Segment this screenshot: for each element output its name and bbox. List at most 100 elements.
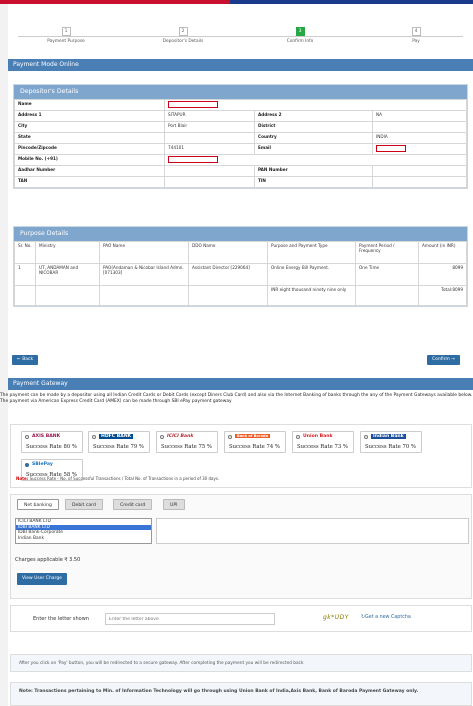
gateway-option-indian-bank[interactable]: Indian Bank Success Rate 70 % [360,431,422,453]
value-tin [372,176,467,188]
table-cell: 1 [14,263,36,286]
purpose-details-heading: Purpose Details [14,227,467,241]
gateway-option-union[interactable]: Union Bank Success Rate 73 % [292,431,354,453]
tab-upi[interactable]: UPI [163,499,185,510]
table-row: 1 UT, ANDAMAN and NICOBAR PAO(Andaman & … [14,263,467,286]
indian-bank-logo: Indian Bank [371,434,406,439]
success-rate: Success Rate 74 % [229,444,280,450]
gateway-option-axis[interactable]: AXIS BANK Success Rate 80 % [21,431,83,453]
value-aadhar [164,165,255,177]
new-captcha-link[interactable]: ↻Get a new Captcha [361,615,411,620]
gateway-option-icici[interactable]: ICICI Bank Success Rate 75 % [156,431,218,453]
mobile-redacted [168,156,218,163]
label-tan: TAN [14,176,165,188]
radio-icon[interactable] [25,435,29,439]
label-aadhar: Aadhar Number [14,165,165,177]
depositor-table: Name Address 1 SITAPUR Address 2 NA City Por… [14,99,467,188]
step-number: 2 [178,27,188,36]
tab-credit-card[interactable]: Credit card [113,499,153,510]
value-pan [372,165,467,177]
label-state: State [14,132,165,144]
radio-selected-icon[interactable] [25,463,29,467]
tab-debit-card[interactable]: Debit card [65,499,103,510]
email-redacted [376,145,406,152]
label-district: District [254,121,373,133]
radio-icon[interactable] [296,435,300,439]
payment-mode-header: Payment Mode Online [8,59,473,71]
step-label: Payment Purpose [47,39,85,44]
left-stripe [0,4,8,706]
radio-icon[interactable] [364,435,368,439]
step-number: 1 [61,27,71,36]
captcha-input[interactable] [105,613,275,625]
label-tin: TIN [254,176,373,188]
label-name: Name [14,99,165,111]
captcha-image: gk*UDY [323,614,349,621]
mit-note: Note: Transactions pertaining to Min. of… [19,689,419,694]
purpose-details-section: Purpose Details Sr. No. Ministry PAO Nam… [13,226,468,307]
note-label: Note: [16,476,29,481]
value-tan [164,176,255,188]
label-email: Email [254,143,373,155]
column-header: Purpose and Payment Type [267,241,356,264]
success-rate: Success Rate 79 % [93,444,144,450]
value-address2: NA [372,110,467,122]
union-bank-logo: Union Bank [303,434,333,439]
table-cell: Assistant Director [229064] [188,263,268,286]
table-cell: Online Energy Bill Payment. [267,263,356,286]
step-label: Confirm Info [286,39,314,44]
confirm-button[interactable]: Confirm → [427,355,460,365]
view-user-charge-button[interactable]: View User Charge [17,573,67,585]
success-rate: Success Rate 75 % [161,444,212,450]
gateway-option-baroda[interactable]: Bank of Baroda Success Rate 74 % [224,431,286,453]
captcha-label: Enter the letter shown [33,616,90,622]
progress-stepper: 1 Payment Purpose 2 Depositor's Details … [8,24,473,54]
payment-gateway-header: Payment Gateway [8,378,473,390]
bank-option[interactable]: Indian Bank [16,536,151,542]
gateway-option-hdfc[interactable]: HDFC BANK Success Rate 79 % [88,431,150,453]
total-row: INR eight thousand ninety nine only Tota… [14,285,467,306]
axis-bank-logo: AXIS BANK [32,434,61,439]
column-header: DDO Name [188,241,268,264]
back-button[interactable]: ← Back [12,355,39,365]
charges-text: Charges applicable ₹ 3.50 [15,557,81,563]
bank-select-list[interactable]: ICICI BANK LTD IDBI BANK LTD IDBI Bank-C… [15,518,152,544]
success-rate: Success Rate 70 % [365,444,416,450]
icici-bank-logo: ICICI Bank [167,434,194,439]
label-address2: Address 2 [254,110,373,122]
redirect-note: After you click on 'Pay' button, you wil… [19,661,304,666]
value-country: INDIA [372,132,467,144]
label-mobile: Mobile No. (+91) [14,154,165,166]
name-redacted [168,101,218,108]
redirect-note-box: After you click on 'Pay' button, you wil… [10,654,472,672]
note-text: Success Rate - No. of Successful Transac… [28,476,220,481]
captcha-box: Enter the letter shown gk*UDY ↻Get a new… [10,605,472,632]
step-payment-purpose: 1 Payment Purpose [36,27,96,44]
success-rate: Success Rate 80 % [26,444,77,450]
amount-total: Total:8099 [418,285,467,306]
hdfc-bank-logo: HDFC BANK [99,434,134,439]
success-rate: Success Rate 73 % [297,444,348,450]
column-header: Sr. No. [14,241,36,264]
step-pay: 4 Pay [386,27,446,44]
payment-method-box: Net banking Debit card Credit card UPI I… [10,494,472,599]
step-number: 4 [411,27,421,36]
bank-of-baroda-logo: Bank of Baroda [235,434,271,438]
table-cell: UT, ANDAMAN and NICOBAR [35,263,100,286]
success-rate-note: Note: Success Rate - No. of Successful T… [16,476,219,481]
label-pincode: Pincode/Zipcode [14,143,165,155]
radio-icon[interactable] [92,435,96,439]
details-textarea[interactable] [156,518,469,544]
column-header: PAO Name [99,241,189,264]
depositor-details-heading: Depositor's Details [14,85,467,99]
label-country: Country [254,132,373,144]
amount-in-words: INR eight thousand ninety nine only [267,285,356,306]
column-header: Payment Period / Frequency [355,241,419,264]
radio-icon[interactable] [160,435,164,439]
label-address1: Address 1 [14,110,165,122]
step-confirm-info: 3 Confirm Info [270,27,330,44]
tab-net-banking[interactable]: Net banking [17,499,59,510]
radio-icon[interactable] [228,435,232,439]
gateway-description: The payment can be made by a depositor u… [0,393,473,404]
step-number: 3 [295,27,305,36]
